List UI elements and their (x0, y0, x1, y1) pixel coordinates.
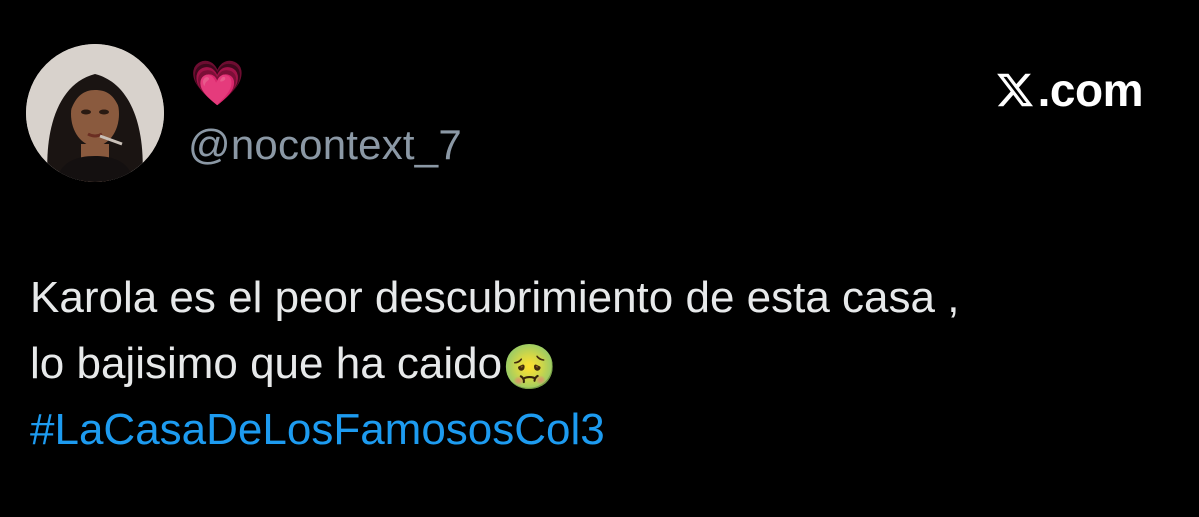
x-logo-icon (996, 73, 1033, 107)
tweet-text-line-2: lo bajisimo que ha caido🤢 (30, 331, 1170, 397)
tweet-text-line-2-text: lo bajisimo que ha caido (30, 339, 503, 388)
x-com-brand: .com (994, 62, 1144, 118)
profile-photo-icon (26, 44, 164, 182)
tweet-text-line-1: Karola es el peor descubrimiento de esta… (30, 273, 960, 322)
tweet-text: Karola es el peor descubrimiento de esta… (30, 265, 1170, 463)
avatar[interactable] (26, 44, 164, 182)
display-name[interactable]: 💗 (190, 58, 245, 110)
brand-domain-text: .com (1037, 64, 1144, 116)
user-handle[interactable]: @nocontext_7 (188, 120, 462, 170)
nauseated-face-icon: 🤢 (502, 343, 557, 392)
tweet-card: 💗 @nocontext_7 .com Karola es el peor de… (0, 0, 1199, 517)
hashtag-link[interactable]: #LaCasaDeLosFamososCol3 (30, 397, 1170, 463)
